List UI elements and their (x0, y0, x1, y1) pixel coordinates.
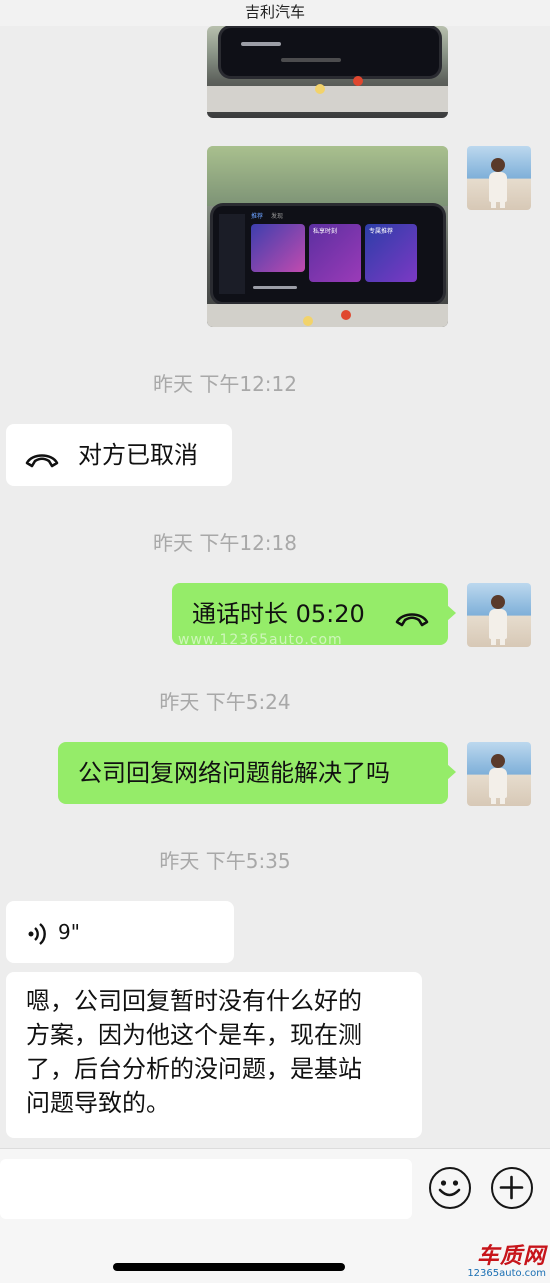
timestamp: 昨天 下午12:18 (153, 531, 297, 555)
voice-message-bubble[interactable]: 9" (6, 901, 234, 963)
logo-url: 12365auto.com (467, 1268, 546, 1279)
call-cancelled-bubble[interactable]: 对方已取消 (6, 424, 232, 486)
photo-message-2[interactable]: 推荐 发现 私享时刻 专属推荐 (207, 146, 448, 327)
question-bubble[interactable]: 公司回复网络问题能解决了吗 (58, 742, 456, 804)
emoji-button[interactable] (429, 1167, 471, 1209)
logo-name: 车质网 (476, 1244, 546, 1269)
photo-tab-recommend: 推荐 (251, 213, 264, 220)
timestamp: 昨天 下午5:24 (159, 690, 291, 714)
car-screen-image: 推荐 发现 私享时刻 专属推荐 (213, 206, 443, 302)
avatar[interactable] (467, 742, 531, 806)
plus-icon (499, 1175, 524, 1200)
plus-button[interactable] (491, 1167, 533, 1209)
phone-hangup-icon (394, 603, 430, 637)
reply-bubble[interactable]: 嗯，公司回复暂时没有什么好的 方案，因为他这个是车，现在测 了，后台分析的没问题… (6, 972, 422, 1138)
call-cancelled-text: 对方已取消 (78, 441, 198, 469)
reply-line-2: 方案，因为他这个是车，现在测 (26, 1021, 362, 1049)
reply-text: 嗯，公司回复暂时没有什么好的 方案，因为他这个是车，现在测 了，后台分析的没问题… (26, 984, 362, 1120)
emoji-face-icon (438, 1180, 461, 1197)
photo-message-1[interactable] (207, 26, 448, 118)
timestamp: 昨天 下午12:12 (153, 372, 297, 396)
reply-line-3: 了，后台分析的没问题，是基站 (26, 1055, 362, 1083)
avatar[interactable] (467, 583, 531, 647)
reply-line-4: 问题导致的。 (26, 1089, 170, 1117)
timestamp: 昨天 下午5:35 (159, 849, 291, 873)
call-duration-text: 通话时长 05:20 (192, 600, 365, 628)
watermark: www.12365auto.com (178, 632, 343, 648)
message-input[interactable] (0, 1159, 412, 1219)
photo-card-title: 私享时刻 (313, 228, 338, 235)
chat-title: 吉利汽车 (0, 0, 550, 26)
home-indicator[interactable] (113, 1263, 345, 1271)
phone-hangup-icon (24, 444, 60, 478)
car-screen-image (221, 28, 439, 76)
photo-card-title-2: 专属推荐 (369, 228, 394, 235)
reply-line-1: 嗯，公司回复暂时没有什么好的 (26, 987, 362, 1015)
photo-tab-discover: 发现 (271, 213, 284, 220)
site-logo: 车质网 12365auto.com (454, 1238, 546, 1282)
voice-duration: 9" (58, 920, 80, 944)
voice-wave-icon (26, 921, 48, 955)
question-text: 公司回复网络问题能解决了吗 (78, 759, 390, 787)
avatar[interactable] (467, 146, 531, 210)
